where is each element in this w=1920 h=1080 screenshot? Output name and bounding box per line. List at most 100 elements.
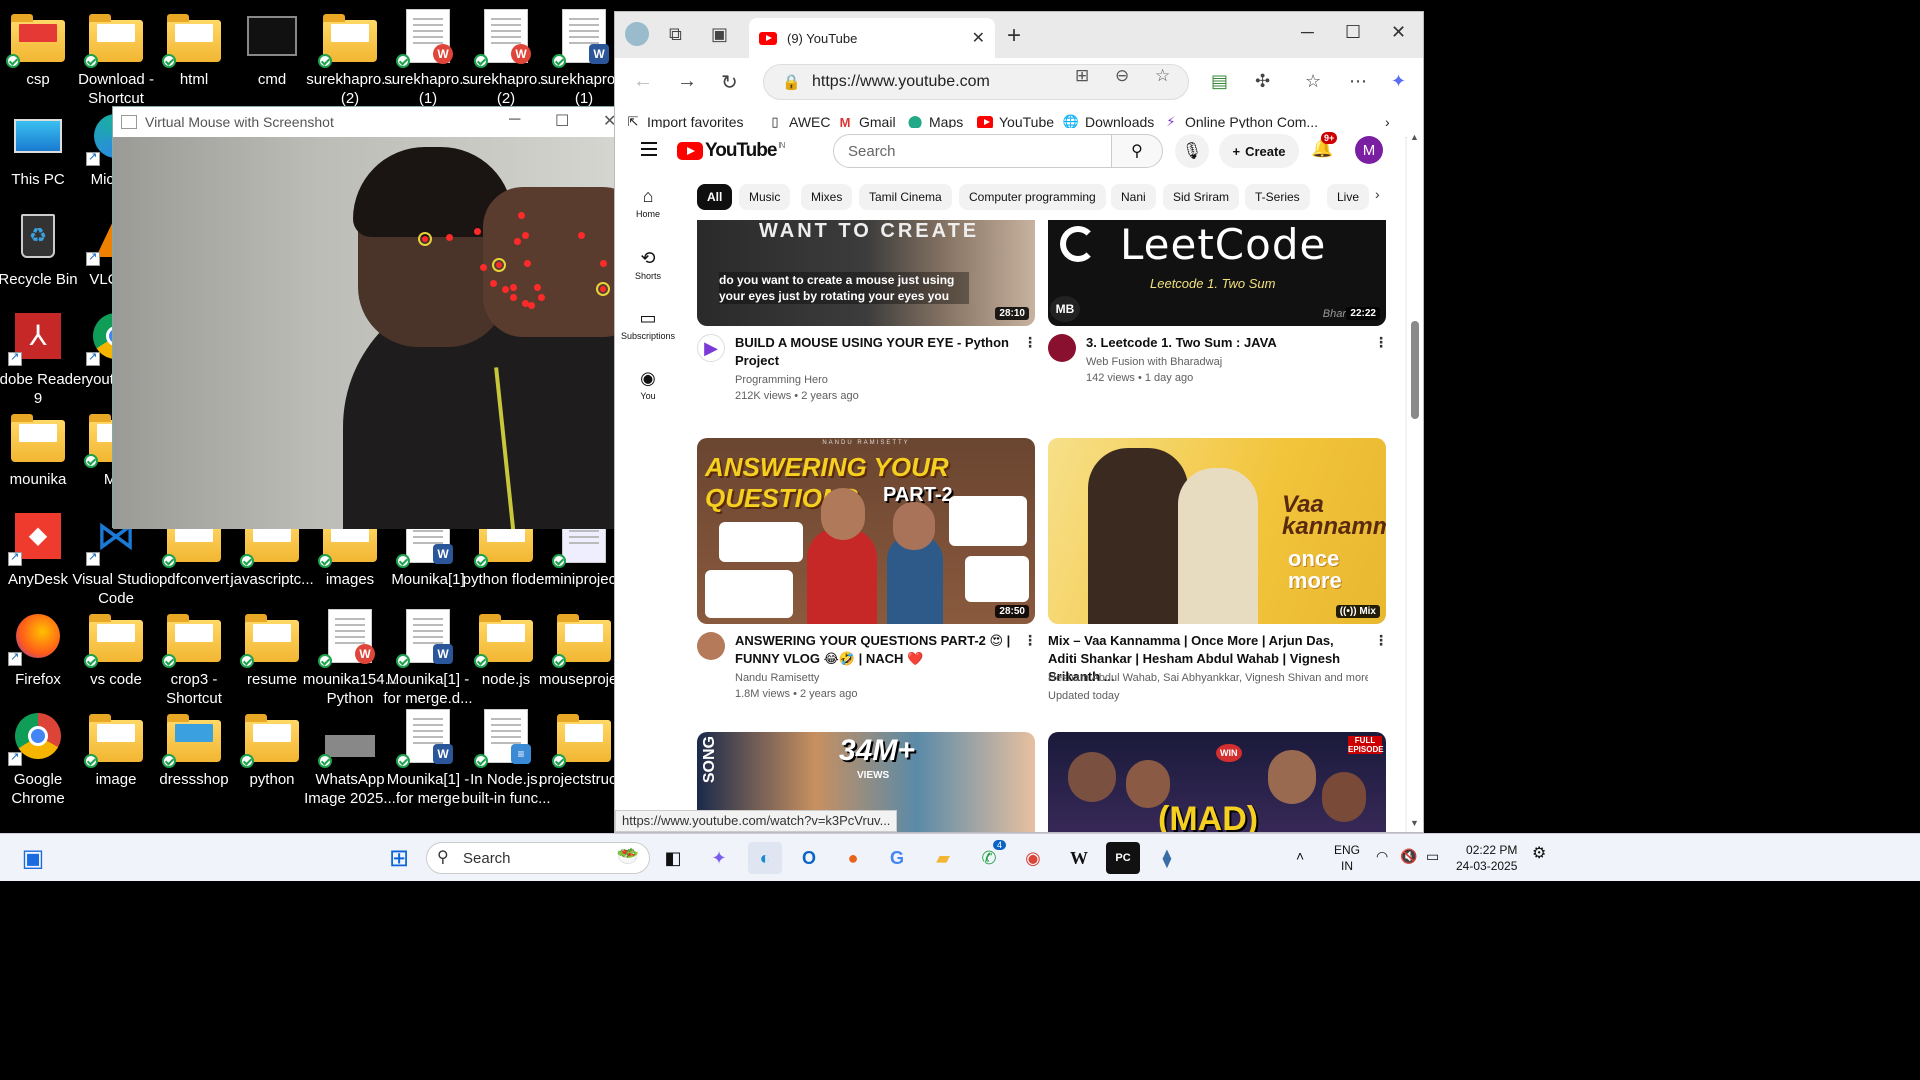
- notification-center-icon[interactable]: ⚙: [1532, 846, 1546, 862]
- battery-icon[interactable]: ▭: [1426, 848, 1439, 864]
- channel-avatar[interactable]: [697, 632, 725, 660]
- shorts-icon: ⟲: [640, 248, 656, 268]
- create-button[interactable]: + Create: [1219, 134, 1299, 168]
- video-title[interactable]: ANSWERING YOUR QUESTIONS PART-2 😍 | FUNN…: [735, 632, 1015, 668]
- taskbar-search[interactable]: ⚲ Search 🥗: [426, 842, 650, 874]
- scroll-down-icon[interactable]: ▼: [1410, 818, 1419, 828]
- channel-avatar[interactable]: [1048, 334, 1076, 362]
- extension-icon[interactable]: ▤: [1211, 71, 1228, 92]
- back-icon[interactable]: ←: [633, 70, 653, 93]
- video-thumbnail[interactable]: NANDU RAMISETTY ANSWERING YOUR QUESTIONS…: [697, 438, 1035, 624]
- more-icon[interactable]: ⋯: [1349, 71, 1367, 92]
- chrome-icon[interactable]: ◉: [1016, 842, 1050, 874]
- volume-muted-icon[interactable]: 🔇: [1400, 848, 1417, 864]
- video-title[interactable]: 3. Leetcode 1. Two Sum : JAVA: [1086, 334, 1366, 352]
- search-input[interactable]: Search: [833, 134, 1113, 168]
- avatar[interactable]: M: [1355, 136, 1383, 164]
- folder-icon: [84, 608, 144, 668]
- nav-shorts[interactable]: ⟲ Shorts: [615, 248, 681, 281]
- workspaces-icon[interactable]: ⧉: [669, 24, 682, 45]
- chip-mixes[interactable]: Mixes: [801, 184, 853, 210]
- wikipedia-icon[interactable]: W: [1062, 842, 1096, 874]
- wifi-icon[interactable]: ◠: [1376, 848, 1388, 864]
- nav-subscriptions[interactable]: ▭ Subscriptions: [615, 308, 681, 341]
- camera-window-title: Virtual Mouse with Screenshot: [145, 114, 334, 130]
- copilot-icon[interactable]: ✦: [1391, 71, 1406, 92]
- folder-icon: [162, 8, 222, 68]
- tab-youtube[interactable]: (9) YouTube ✕: [749, 18, 995, 58]
- voice-search-button[interactable]: 🎙: [1175, 134, 1209, 168]
- chip-tamil-cinema[interactable]: Tamil Cinema: [859, 184, 952, 210]
- nav-you[interactable]: ◉ You: [615, 368, 681, 401]
- scrollbar-thumb[interactable]: [1411, 321, 1419, 419]
- close-icon[interactable]: ✕: [1391, 22, 1406, 43]
- maximize-icon[interactable]: ☐: [1345, 22, 1361, 43]
- extensions-icon[interactable]: ✣: [1255, 71, 1270, 92]
- new-tab-icon[interactable]: +: [1007, 22, 1021, 50]
- copilot-icon[interactable]: ✦: [702, 842, 736, 874]
- google-icon[interactable]: G: [880, 842, 914, 874]
- widgets-icon[interactable]: ▣: [16, 842, 50, 874]
- minimize-icon[interactable]: ─: [1301, 22, 1314, 43]
- more-vert-icon[interactable]: ⋮: [1374, 334, 1388, 351]
- chip-music[interactable]: Music: [739, 184, 791, 210]
- more-vert-icon[interactable]: ⋮: [1023, 632, 1037, 649]
- browser-window[interactable]: ⧉ ▣ (9) YouTube ✕ + ─ ☐ ✕ ← → ↻ 🔒 https:…: [614, 11, 1424, 833]
- profile-icon[interactable]: [625, 22, 649, 46]
- youtube-logo[interactable]: YouTube IN: [677, 140, 785, 162]
- video-thumbnail[interactable]: WANT TO CREATE do you want to create a m…: [697, 220, 1035, 326]
- channel-name[interactable]: Nandu Ramisetty: [735, 670, 1035, 686]
- chip-computer-programming[interactable]: Computer programming: [959, 184, 1106, 210]
- channel-avatar[interactable]: ▶: [697, 334, 725, 362]
- close-tab-icon[interactable]: ✕: [972, 28, 985, 48]
- whatsapp-icon[interactable]: ✆ 4: [972, 840, 1006, 874]
- more-vert-icon[interactable]: ⋮: [1374, 632, 1388, 649]
- chip-nani[interactable]: Nani: [1111, 184, 1156, 210]
- clock[interactable]: 02:22 PM 24-03-2025: [1456, 842, 1517, 874]
- maximize-icon[interactable]: ☐: [555, 111, 569, 131]
- chip-all[interactable]: All: [697, 184, 733, 210]
- python-icon[interactable]: ⧫: [1150, 842, 1184, 874]
- folder-icon: [10, 408, 66, 464]
- camera-window-titlebar[interactable]: Virtual Mouse with Screenshot: [113, 107, 631, 137]
- forward-icon[interactable]: →: [677, 70, 697, 93]
- task-view-icon[interactable]: ◧: [656, 842, 690, 874]
- channel-name[interactable]: Programming Hero: [735, 372, 1035, 388]
- video-thumbnail[interactable]: Vaa kannamma once more ((•)) Mix: [1048, 438, 1386, 624]
- nav-home[interactable]: ⌂ Home: [615, 186, 681, 219]
- video-title[interactable]: BUILD A MOUSE USING YOUR EYE - Python Pr…: [735, 334, 1015, 370]
- wps-document-icon: W: [396, 8, 456, 68]
- chip-t-series[interactable]: T-Series: [1245, 184, 1310, 210]
- search-button[interactable]: ⚲: [1111, 134, 1163, 168]
- page-scrollbar[interactable]: ▲ ▼: [1407, 128, 1423, 832]
- firefox-icon[interactable]: ●: [836, 842, 870, 874]
- menu-icon[interactable]: [641, 142, 657, 160]
- minimize-icon[interactable]: ─: [509, 111, 520, 129]
- chip-sid-sriram[interactable]: Sid Sriram: [1163, 184, 1240, 210]
- zoom-icon[interactable]: ⊖: [1115, 66, 1129, 86]
- outlook-icon[interactable]: O: [792, 842, 826, 874]
- channel-name[interactable]: Web Fusion with Bharadwaj: [1086, 354, 1386, 370]
- more-vert-icon[interactable]: ⋮: [1023, 334, 1037, 351]
- pycharm-icon[interactable]: PC: [1106, 842, 1140, 874]
- start-icon[interactable]: ⊞: [382, 842, 416, 874]
- camera-window[interactable]: Virtual Mouse with Screenshot ─ ☐ ✕: [112, 106, 633, 529]
- language-indicator[interactable]: ENG IN: [1334, 842, 1360, 874]
- file-explorer-icon[interactable]: ▰: [926, 842, 960, 874]
- favorites-icon[interactable]: ☆: [1305, 71, 1321, 92]
- scroll-up-icon[interactable]: ▲: [1410, 132, 1419, 142]
- channel-name[interactable]: Hesham Abdul Wahab, Sai Abhyankkar, Vign…: [1048, 670, 1368, 686]
- refresh-icon[interactable]: ↻: [721, 70, 738, 95]
- edge-icon[interactable]: ◐: [748, 842, 782, 874]
- app-available-icon[interactable]: ⊞: [1075, 66, 1089, 86]
- chip-live[interactable]: Live: [1327, 184, 1370, 210]
- notifications-button[interactable]: 🔔 9+: [1311, 132, 1338, 159]
- folder-icon: [162, 608, 222, 668]
- video-thumbnail[interactable]: FULL EPISODE WIN (MAD): [1048, 732, 1386, 832]
- video-thumbnail[interactable]: LeetCode Leetcode 1. Two Sum MB Bhar 22:…: [1048, 220, 1386, 326]
- folder-icon: [318, 8, 378, 68]
- favorite-star-icon[interactable]: ☆: [1155, 66, 1170, 86]
- chevron-right-icon[interactable]: ›: [1375, 186, 1380, 202]
- tab-actions-icon[interactable]: ▣: [711, 24, 728, 45]
- show-hidden-icons[interactable]: ˄: [1296, 848, 1304, 864]
